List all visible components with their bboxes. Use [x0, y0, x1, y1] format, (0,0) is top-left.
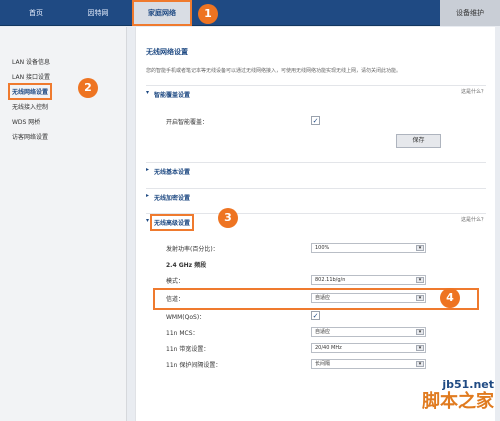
sidebar: LAN 设备信息 LAN 接口设置 无线网络设置 无线接入控制 WDS 网桥 访… — [0, 27, 127, 421]
sidebar-item-lan-device-info[interactable]: LAN 设备信息 — [12, 57, 50, 66]
step-badge-2: 2 — [78, 78, 98, 98]
save-button[interactable]: 保存 — [396, 134, 441, 148]
chevron-down-icon: ▾ — [416, 277, 424, 283]
row-enable-smart-coverage: 开启智能覆盖： ✓ — [156, 114, 476, 130]
tab-home-network[interactable]: 家庭网络 — [132, 0, 192, 26]
select-11n-mcs[interactable]: 自适应 ▾ — [311, 327, 426, 337]
sidebar-item-lan-interface[interactable]: LAN 接口设置 — [12, 72, 50, 81]
section-wireless-basic[interactable]: ▸ 无线基本设置 — [146, 162, 486, 178]
section-wireless-advanced[interactable]: ▾ 无线高级设置 这是什么？ — [146, 213, 486, 231]
row-11n-mcs: 11n MCS： 自适应 ▾ — [156, 325, 476, 341]
sidebar-item-wireless-settings[interactable]: 无线网络设置 — [7, 83, 53, 100]
chevron-down-icon: ▾ — [416, 345, 424, 351]
page-description: 您的智能手机或者笔记本等无线设备可以通过无线网络接入，可使用无线网络功能实现无线… — [146, 68, 402, 74]
label-11n-bandwidth: 11n 带宽设置： — [166, 346, 210, 353]
select-value: 802.11b/g/n — [315, 277, 346, 283]
row-mode: 模式： 802.11b/g/n ▾ — [156, 273, 476, 289]
step-badge-4: 4 — [440, 288, 460, 308]
checkbox-wmm[interactable]: ✓ — [311, 311, 320, 320]
select-value: 自适应 — [315, 329, 331, 335]
collapse-arrow-icon: ▾ — [146, 217, 150, 224]
section-title-wireless-advanced: 无线高级设置 — [149, 214, 195, 231]
row-channel: 信道： 自适应 ▾ — [153, 288, 479, 310]
select-value: 100% — [315, 245, 330, 251]
chevron-down-icon: ▾ — [416, 295, 424, 301]
row-wmm: WMM(QoS)： ✓ — [156, 309, 476, 325]
page-title: 无线网络设置 — [146, 48, 188, 56]
select-channel[interactable]: 自适应 ▾ — [311, 293, 426, 303]
select-tx-power[interactable]: 100% ▾ — [311, 243, 426, 253]
sidebar-item-wireless-access-control[interactable]: 无线接入控制 — [12, 102, 48, 111]
section-title-wireless-security: 无线加密设置 — [154, 195, 191, 202]
select-value: 20/40 MHz — [315, 345, 342, 351]
chevron-down-icon: ▾ — [416, 245, 424, 251]
tab-home[interactable]: 首页 — [12, 0, 60, 26]
collapse-arrow-icon: ▾ — [146, 89, 150, 96]
main-panel: 无线网络设置 您的智能手机或者笔记本等无线设备可以通过无线网络接入，可使用无线网… — [135, 27, 495, 421]
row-11n-bandwidth: 11n 带宽设置： 20/40 MHz ▾ — [156, 341, 476, 357]
select-value: 长间隔 — [315, 361, 331, 367]
section-title-wireless-basic: 无线基本设置 — [154, 169, 191, 176]
sidebar-item-guest-network[interactable]: 访客网络设置 — [12, 132, 48, 141]
select-mode[interactable]: 802.11b/g/n ▾ — [311, 275, 426, 285]
tab-device-maintenance[interactable]: 设备维护 — [440, 0, 500, 26]
label-band-24ghz: 2.4 GHz 频段 — [166, 262, 207, 269]
select-value: 自适应 — [315, 295, 331, 301]
label-11n-guard-interval: 11n 保护间隔设置： — [166, 362, 222, 369]
checkbox-smart-coverage[interactable]: ✓ — [311, 116, 320, 125]
expand-arrow-icon: ▸ — [146, 192, 150, 199]
row-11n-guard-interval: 11n 保护间隔设置： 长间隔 ▾ — [156, 357, 476, 373]
chevron-down-icon: ▾ — [416, 329, 424, 335]
label-channel: 信道： — [166, 296, 185, 303]
label-wmm: WMM(QoS)： — [166, 314, 206, 321]
step-badge-1: 1 — [198, 4, 218, 24]
step-badge-3: 3 — [218, 208, 238, 228]
section-title-smart-coverage: 智能覆盖设置 — [154, 92, 191, 99]
section-wireless-security[interactable]: ▸ 无线加密设置 — [146, 188, 486, 204]
top-navigation: 首页 因特网 家庭网络 设备维护 — [0, 0, 500, 26]
watermark-brand: 脚本之家 — [422, 391, 494, 412]
help-link-wireless-advanced[interactable]: 这是什么？ — [461, 216, 486, 223]
row-band-heading: 2.4 GHz 频段 — [156, 257, 476, 273]
select-11n-bandwidth[interactable]: 20/40 MHz ▾ — [311, 343, 426, 353]
tab-internet[interactable]: 因特网 — [68, 0, 128, 26]
row-tx-power: 发射功率(百分比)： 100% ▾ — [156, 241, 476, 257]
section-smart-coverage[interactable]: ▾ 智能覆盖设置 这是什么？ — [146, 85, 486, 101]
help-link-smart-coverage[interactable]: 这是什么？ — [461, 88, 486, 95]
expand-arrow-icon: ▸ — [146, 166, 150, 173]
label-tx-power: 发射功率(百分比)： — [166, 246, 219, 253]
select-11n-guard-interval[interactable]: 长间隔 ▾ — [311, 359, 426, 369]
label-mode: 模式： — [166, 278, 185, 285]
label-enable-smart-coverage: 开启智能覆盖： — [166, 119, 209, 126]
label-11n-mcs: 11n MCS： — [166, 330, 199, 337]
sidebar-item-wds-bridge[interactable]: WDS 网桥 — [12, 117, 40, 126]
chevron-down-icon: ▾ — [416, 361, 424, 367]
